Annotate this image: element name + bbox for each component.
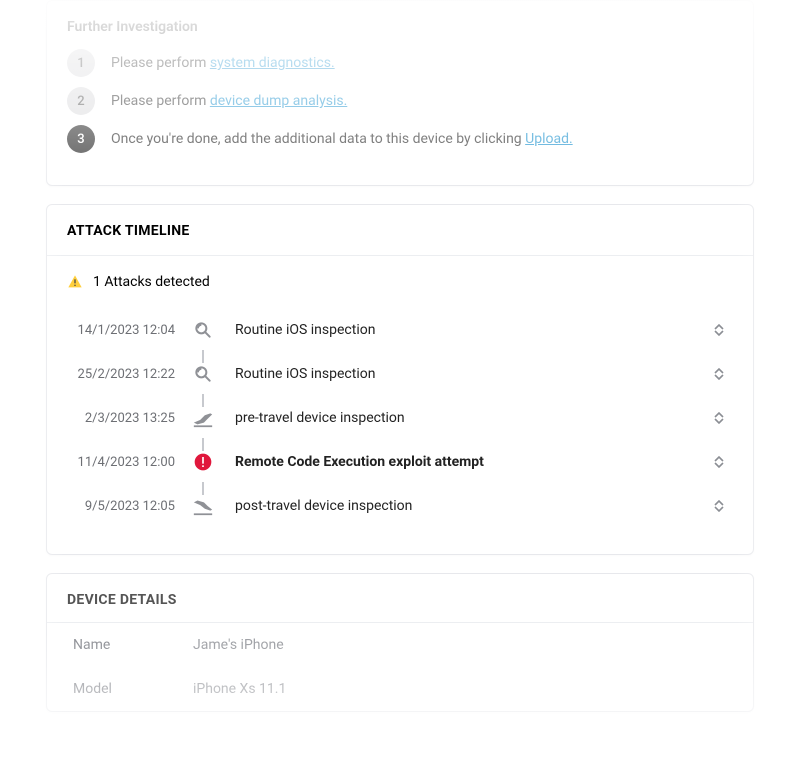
expand-toggle[interactable] (705, 456, 733, 468)
timeline-date: 9/5/2023 12:05 (67, 499, 183, 514)
step-text: Please perform device dump analysis. (111, 93, 347, 109)
attacks-detected-row: 1 Attacks detected (47, 256, 753, 298)
device-detail-row: Model iPhone Xs 11.1 (47, 667, 753, 711)
timeline-row: 14/1/2023 12:04 Routine iOS inspection (67, 308, 733, 352)
expand-toggle[interactable] (705, 500, 733, 512)
investigation-title: Further Investigation (67, 19, 733, 35)
step-prefix: Please perform (111, 93, 210, 109)
timeline-label: Routine iOS inspection (223, 366, 705, 382)
alert-icon (192, 451, 214, 473)
expand-toggle[interactable] (705, 368, 733, 380)
device-details-heading: DEVICE DETAILS (67, 592, 733, 608)
step-number-badge: 3 (67, 125, 95, 153)
warning-icon (67, 274, 83, 290)
chevron-down-icon (714, 418, 724, 424)
timeline-label: Remote Code Execution exploit attempt (223, 454, 705, 470)
timeline-header: ATTACK TIMELINE (47, 205, 753, 256)
investigation-step: 1 Please perform system diagnostics. (67, 49, 733, 77)
step-number-badge: 2 (67, 87, 95, 115)
expand-toggle[interactable] (705, 324, 733, 336)
detail-value: iPhone Xs 11.1 (193, 681, 727, 697)
timeline-label: Routine iOS inspection (223, 322, 705, 338)
device-dump-analysis-link[interactable]: device dump analysis. (210, 93, 347, 109)
timeline-list: 14/1/2023 12:04 Routine iOS inspection 2… (47, 298, 753, 554)
upload-link[interactable]: Upload. (525, 131, 573, 147)
timeline-row: 2/3/2023 13:25 pre-travel device inspect… (67, 396, 733, 440)
chevron-down-icon (714, 506, 724, 512)
attacks-detected-text: 1 Attacks detected (93, 274, 210, 290)
detail-value: Jame's iPhone (193, 637, 727, 653)
timeline-row: 9/5/2023 12:05 post-travel device inspec… (67, 484, 733, 528)
device-details-header: DEVICE DETAILS (47, 574, 753, 623)
further-investigation-card: Further Investigation 1 Please perform s… (46, 0, 754, 186)
timeline-date: 25/2/2023 12:22 (67, 367, 183, 382)
chevron-down-icon (714, 330, 724, 336)
timeline-row: 11/4/2023 12:00 Remote Code Execution ex… (67, 440, 733, 484)
investigation-step: 3 Once you're done, add the additional d… (67, 125, 733, 153)
device-details-card: DEVICE DETAILS Name Jame's iPhone Model … (46, 573, 754, 712)
device-detail-row: Name Jame's iPhone (47, 623, 753, 667)
timeline-heading: ATTACK TIMELINE (67, 223, 733, 239)
plane-depart-icon (192, 407, 214, 429)
magnify-icon (192, 319, 214, 341)
detail-key: Model (73, 681, 193, 697)
timeline-date: 11/4/2023 12:00 (67, 455, 183, 470)
timeline-label: pre-travel device inspection (223, 410, 705, 426)
plane-arrive-icon (192, 495, 214, 517)
magnify-icon (192, 363, 214, 385)
step-prefix: Please perform (111, 55, 210, 71)
timeline-date: 2/3/2023 13:25 (67, 411, 183, 426)
investigation-step: 2 Please perform device dump analysis. (67, 87, 733, 115)
step-prefix: Once you're done, add the additional dat… (111, 131, 525, 147)
chevron-down-icon (714, 374, 724, 380)
timeline-label: post-travel device inspection (223, 498, 705, 514)
step-number-badge: 1 (67, 49, 95, 77)
expand-toggle[interactable] (705, 412, 733, 424)
system-diagnostics-link[interactable]: system diagnostics. (210, 55, 335, 71)
attack-timeline-card: ATTACK TIMELINE 1 Attacks detected 14/1/… (46, 204, 754, 555)
chevron-down-icon (714, 462, 724, 468)
timeline-date: 14/1/2023 12:04 (67, 323, 183, 338)
step-text: Please perform system diagnostics. (111, 55, 335, 71)
timeline-row: 25/2/2023 12:22 Routine iOS inspection (67, 352, 733, 396)
detail-key: Name (73, 637, 193, 653)
step-text: Once you're done, add the additional dat… (111, 131, 573, 147)
